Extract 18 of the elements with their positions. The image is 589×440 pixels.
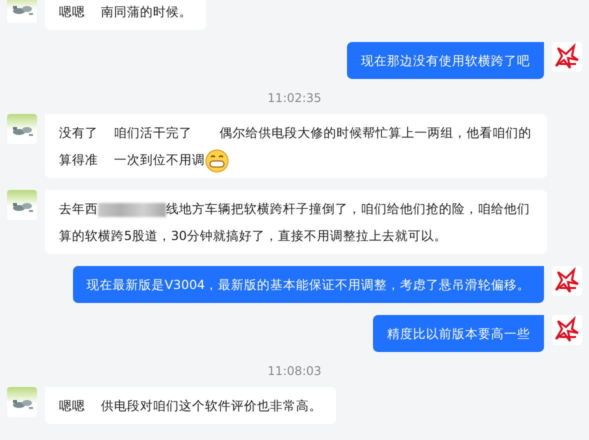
message-bubble: 精度比以前版本要高一些 xyxy=(373,315,544,352)
avatar xyxy=(552,42,582,72)
avatar xyxy=(7,387,37,417)
avatar xyxy=(7,114,37,144)
grin-emoji-icon xyxy=(204,148,229,173)
timestamp: 11:08:03 xyxy=(268,364,322,378)
message-bubble: 嗯嗯 南同蒲的时候。 xyxy=(45,0,206,30)
message-bubble: 现在最新版是V3004，最新版的基本能保证不用调整，考虑了悬吊滑轮偏移。 xyxy=(72,266,544,303)
message-bubble: 去年西 线地方车辆把软横跨杆子撞倒了，咱们给他们抢的险，咱给他们算的软横跨5股道，30分钟就搞好了，直接不用调整拉上去就可以。 xyxy=(45,190,547,254)
blurred-text xyxy=(98,202,166,217)
timestamp: 11:02:35 xyxy=(268,91,322,105)
message-bubble: 现在那边没有使用软横跨了吧 xyxy=(347,42,544,79)
avatar xyxy=(7,0,37,23)
avatar xyxy=(552,315,582,345)
avatar xyxy=(552,266,582,296)
avatar xyxy=(7,190,37,220)
message-bubble: 没有了 咱们活干完了 偶尔给供电段大修的时候帮忙算上一两组，他看咱们的算得准 一次到位不用调 xyxy=(45,114,547,178)
message-bubble: 嗯嗯 供电段对咱们这个软件评价也非常高。 xyxy=(45,387,336,424)
